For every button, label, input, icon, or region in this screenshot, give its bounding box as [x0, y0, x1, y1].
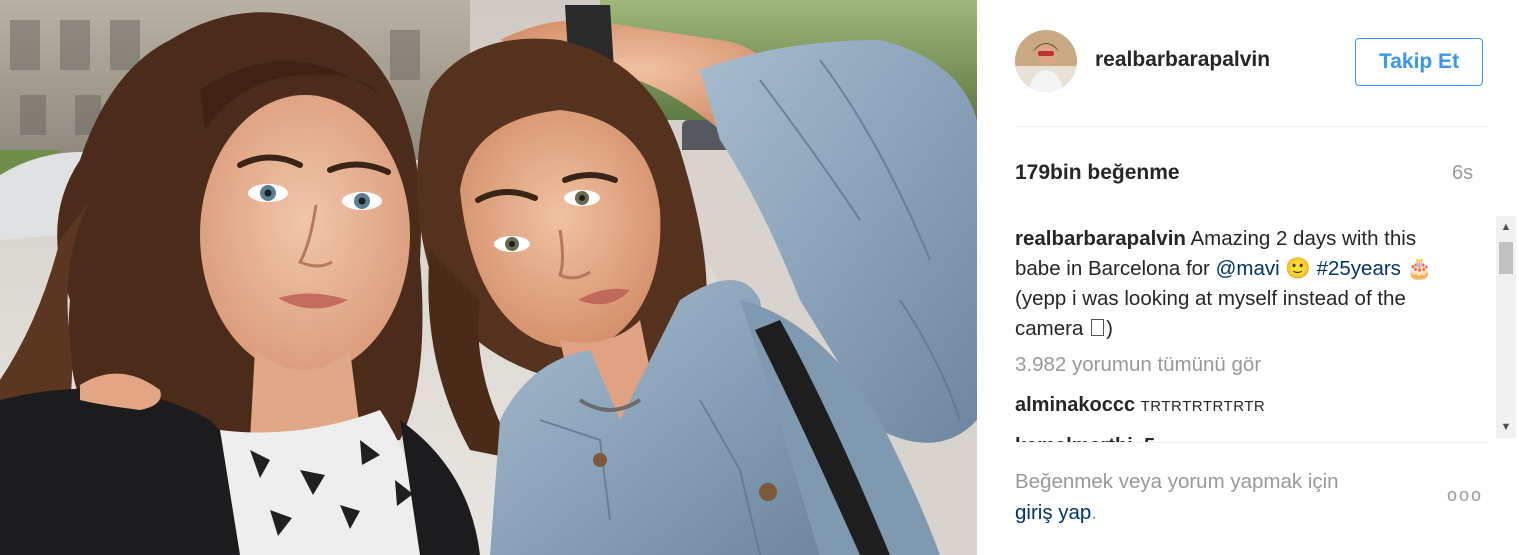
post-caption: realbarbarapalvin Amazing 2 days with th…	[1015, 224, 1447, 344]
like-count[interactable]: 179bin beğenme	[1015, 161, 1180, 185]
hashtag-link[interactable]: #25years	[1317, 257, 1401, 280]
footer-divider	[1015, 442, 1488, 443]
cake-emoji: 🎂	[1400, 257, 1433, 280]
photo-image	[0, 0, 977, 555]
post-author-username[interactable]: realbarbarapalvin	[1095, 48, 1270, 72]
scrollbar-thumb[interactable]	[1499, 242, 1513, 274]
caption-text-2: (yepp i was looking at myself instead of…	[1015, 287, 1406, 340]
view-all-comments-link[interactable]: 3.982 yorumun tümünü gör	[1015, 353, 1261, 377]
missing-glyph-icon	[1091, 319, 1105, 336]
post-photo[interactable]	[0, 0, 977, 555]
login-prompt: Beğenmek veya yorum yapmak için giriş yap…	[1015, 466, 1435, 528]
caption-username[interactable]: realbarbarapalvin	[1015, 227, 1186, 250]
avatar[interactable]	[1015, 30, 1077, 92]
comment-item: alminakoccc TRTRTRTRTRTR	[1015, 394, 1265, 417]
caption-text-3: )	[1106, 317, 1113, 340]
scroll-up-arrow-icon[interactable]: ▲	[1496, 218, 1516, 236]
comment-list: realbarbarapalvin Amazing 2 days with th…	[1015, 216, 1455, 442]
login-link[interactable]: giriş yap	[1015, 501, 1091, 524]
more-options-icon[interactable]: ooo	[1447, 485, 1483, 506]
comment-username[interactable]: alminakoccc	[1015, 394, 1135, 416]
follow-button[interactable]: Takip Et	[1355, 38, 1483, 86]
comment-item-partial[interactable]: kemalmarthi_5	[1015, 435, 1155, 442]
post-age[interactable]: 6s	[1452, 162, 1473, 185]
avatar-image	[1015, 30, 1077, 92]
comment-text: TRTRTRTRTRTR	[1140, 398, 1266, 415]
post-sidebar: realbarbarapalvin Takip Et 179bin beğenm…	[977, 0, 1519, 555]
login-prompt-text: Beğenmek veya yorum yapmak için	[1015, 470, 1339, 493]
mention-link[interactable]: @mavi	[1216, 257, 1280, 280]
comments-scrollbar[interactable]: ▲ ▼	[1496, 216, 1516, 438]
smile-emoji: 🙂	[1279, 257, 1317, 280]
header-divider	[1015, 126, 1488, 127]
scroll-down-arrow-icon[interactable]: ▼	[1496, 418, 1516, 436]
login-prompt-suffix: .	[1091, 501, 1098, 524]
